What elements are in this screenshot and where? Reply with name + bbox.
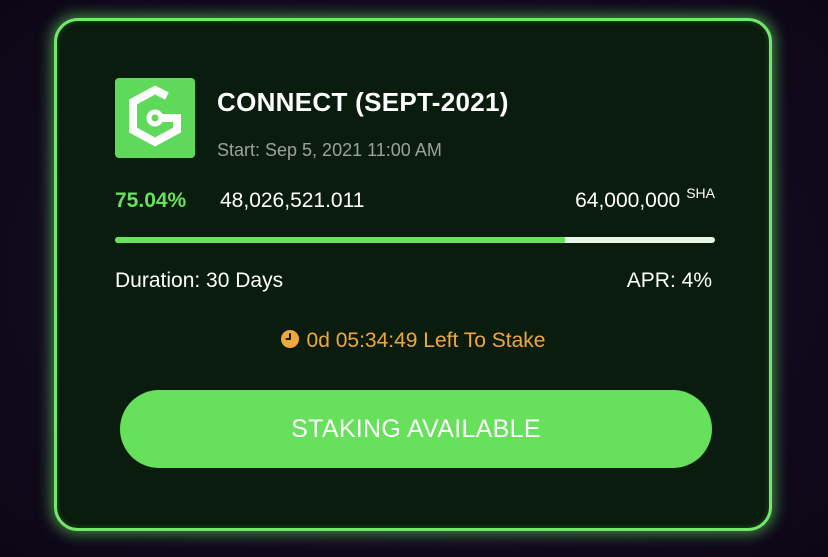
pool-capacity: 64,000,000 SHA — [575, 185, 715, 213]
token-unit: SHA — [686, 185, 715, 201]
stake-progress-bar — [115, 237, 715, 243]
pool-duration: Duration: 30 Days — [115, 269, 284, 292]
connect-logo-icon — [115, 78, 195, 158]
clock-icon — [280, 330, 299, 354]
stake-stats-row: 75.04% 48,026,521.011 64,000,000 SHA — [115, 185, 715, 219]
pool-apr: APR: 4% — [626, 269, 712, 292]
pool-title: CONNECT (SEPT-2021) — [217, 87, 509, 117]
staked-amount: 48,026,521.011 — [220, 189, 365, 212]
stake-countdown: 0d 05:34:49 Left To Stake — [57, 329, 769, 354]
stake-progress-fill — [115, 237, 566, 243]
staking-pool-card: CONNECT (SEPT-2021) Start: Sep 5, 2021 1… — [54, 18, 772, 531]
time-left-text: 0d 05:34:49 Left To Stake — [306, 329, 546, 352]
staked-percentage: 75.04% — [115, 189, 187, 212]
pool-capacity-amount: 64,000,000 — [575, 189, 681, 212]
pool-start-date: Start: Sep 5, 2021 11:00 AM — [217, 140, 442, 160]
staking-available-button[interactable]: STAKING AVAILABLE — [120, 390, 712, 468]
